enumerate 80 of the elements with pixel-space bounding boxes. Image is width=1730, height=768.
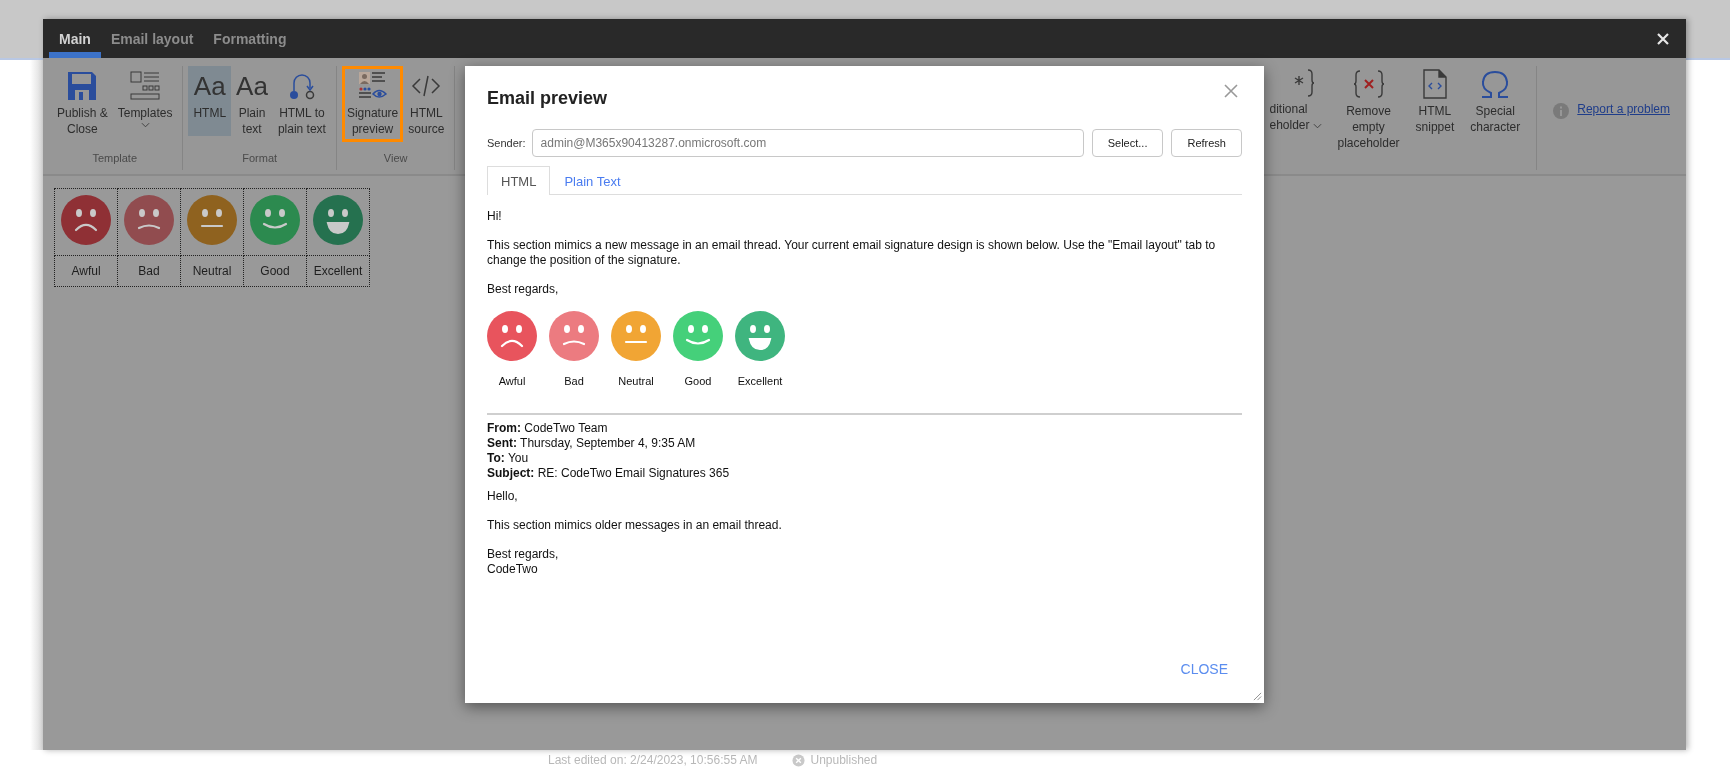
quoted-header: Subject: RE: CodeTwo Email Signatures 365	[487, 466, 731, 481]
ribbon-button[interactable]: Templates	[112, 66, 178, 136]
face-label: Good	[684, 375, 712, 387]
button-label: Close	[67, 121, 98, 137]
resize-grip-icon	[1253, 692, 1262, 701]
closing-text: Best regards,	[487, 282, 560, 297]
ribbon-button[interactable]: Publish & Close	[52, 66, 113, 142]
button-label: HTML	[193, 105, 227, 121]
signoff-line: CodeTwo	[487, 562, 539, 577]
button-label: character	[1470, 119, 1521, 135]
asterisk-brace-icon	[1293, 69, 1314, 97]
button-label: preview	[351, 121, 394, 137]
button-label: HTML	[1418, 103, 1452, 119]
button-label: Templates	[117, 105, 173, 121]
group-label: Template	[92, 152, 137, 166]
info-icon	[1553, 103, 1570, 119]
button-label: Remove	[1346, 103, 1391, 119]
table-cell: Good	[243, 255, 307, 287]
braces-x-icon	[1353, 69, 1384, 99]
ribbon-tab[interactable]: Formatting	[203, 19, 297, 58]
close-button[interactable]: CLOSE	[1174, 657, 1234, 681]
button-label: HTML to	[279, 105, 325, 121]
dialog-title: Email preview	[487, 88, 608, 109]
status-text: Unpublished	[810, 753, 878, 767]
sender-label: Sender:	[487, 137, 526, 149]
dialog-button[interactable]: Refresh	[1171, 129, 1242, 157]
button-label: placeholder	[1337, 135, 1400, 151]
dialog-button[interactable]: Select...	[1091, 129, 1164, 157]
last-edited-text: Last edited on: 2/24/2023, 10:56:55 AM	[548, 753, 758, 767]
button-label: ditional	[1269, 101, 1308, 117]
preview-tab[interactable]: HTML	[487, 166, 551, 195]
button-label: Plain	[238, 105, 266, 121]
group-label: Format	[242, 152, 278, 166]
button-label: plain text	[277, 121, 326, 137]
table-cell: Bad	[117, 255, 181, 287]
signoff-line: Best regards,	[487, 547, 560, 562]
table-cell: Awful	[54, 255, 118, 287]
ribbon-button[interactable]: Aa HTML	[188, 66, 232, 136]
omega-icon	[1480, 69, 1511, 99]
button-label: eholder	[1269, 117, 1310, 133]
ribbon-button[interactable]: Special character	[1462, 66, 1529, 138]
intro-paragraph: This section mimics a new message in an email thread. Your current email signature design is shown below. Use the "Email layout" tab to change the position of the signature.	[487, 238, 1217, 268]
font-icon: Aa	[193, 71, 226, 101]
button-label: Signature	[346, 105, 399, 121]
preview-tab[interactable]: Plain Text	[550, 166, 635, 195]
ribbon-button[interactable]: Aa Plain text	[231, 66, 273, 142]
ribbon-tab[interactable]: Email layout	[100, 19, 204, 58]
face-label: Excellent	[737, 375, 783, 387]
face-label: Awful	[498, 375, 526, 387]
greeting-text: Hi!	[487, 209, 503, 224]
report-problem-link[interactable]: Report a problem	[1577, 102, 1670, 116]
button-label: snippet	[1415, 119, 1455, 135]
signature-preview-icon	[357, 71, 388, 101]
face-label: Bad	[564, 375, 584, 387]
table-cell: Excellent	[306, 255, 370, 287]
button-label: HTML	[409, 105, 443, 121]
code-file-icon	[1421, 69, 1448, 99]
ribbon-button[interactable]: Signature preview	[341, 66, 404, 142]
sender-field[interactable]: admin@M365x90413287.onmicrosoft.com	[531, 129, 1084, 157]
ribbon-button[interactable]: HTML to plain text	[272, 66, 331, 142]
button-label: empty	[1352, 119, 1385, 135]
layout-icon	[130, 71, 161, 101]
quoted-paragraph: This section mimics older messages in an email thread.	[487, 518, 783, 533]
ribbon-button[interactable]: ditional eholder	[1246, 66, 1330, 136]
quoted-header: To: You	[487, 451, 530, 466]
ribbon-button[interactable]: Remove empty placeholder	[1329, 66, 1408, 154]
button-label: source	[408, 121, 445, 137]
save-icon	[67, 71, 98, 101]
quoted-header: From: CodeTwo Team	[487, 421, 609, 436]
ribbon-button[interactable]: HTML source	[403, 66, 450, 142]
button-label: text	[242, 121, 262, 137]
group-label: View	[383, 152, 408, 166]
face-label: Neutral	[618, 375, 654, 387]
quoted-header: Sent: Thursday, September 4, 9:35 AM	[487, 436, 697, 451]
button-label: Special	[1475, 103, 1515, 119]
ribbon-button[interactable]: HTML snippet	[1407, 66, 1463, 138]
quoted-paragraph: Hello,	[487, 489, 519, 504]
table-cell: Neutral	[180, 255, 244, 287]
font-icon: Aa	[236, 71, 268, 101]
button-label: Publish &	[57, 105, 108, 121]
